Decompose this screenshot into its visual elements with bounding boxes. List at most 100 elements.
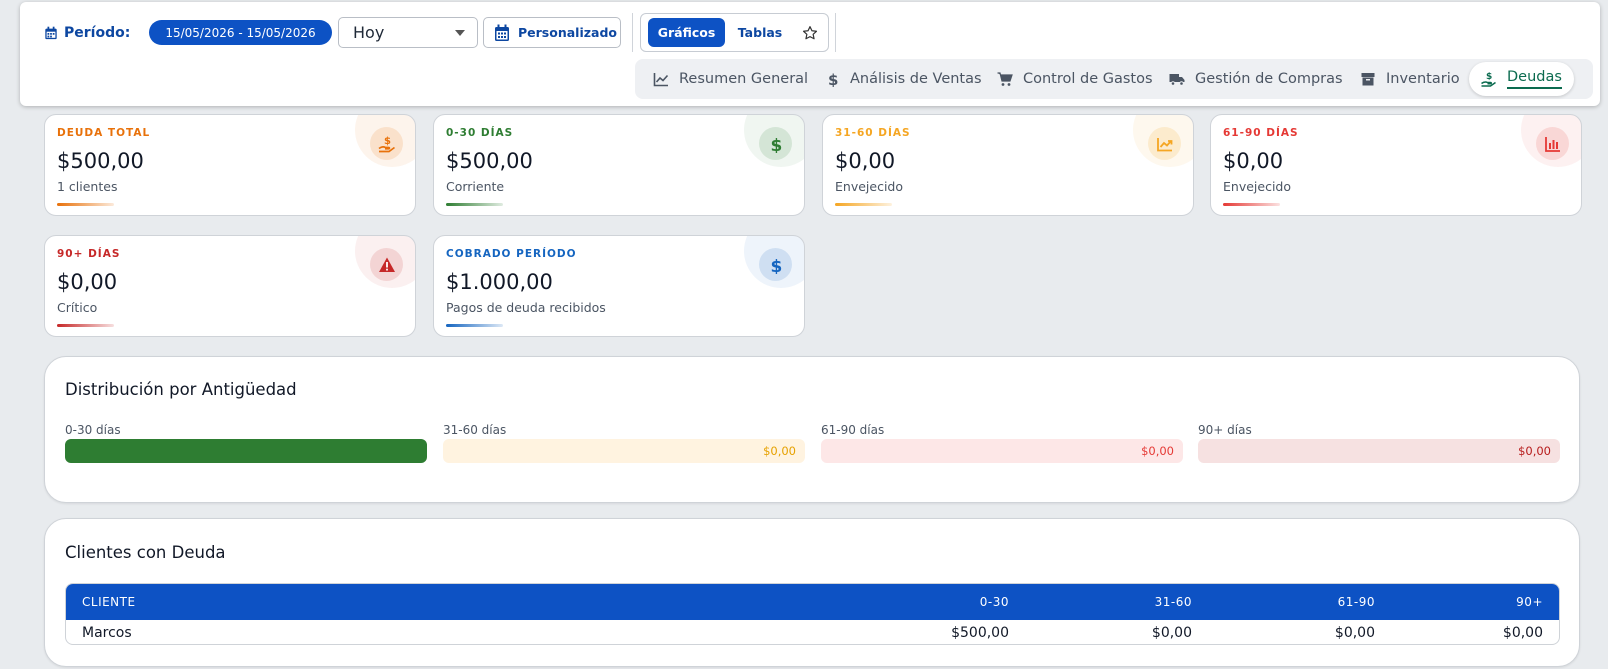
svg-text:$: $ xyxy=(1486,72,1492,82)
tab-label: Deudas xyxy=(1507,69,1562,89)
panel-title: Distribución por Antigüedad xyxy=(65,380,297,399)
aging-bucket-value: $0,00 xyxy=(763,444,796,458)
cell-0-30: $500,00 xyxy=(951,625,1009,641)
range-select[interactable]: Hoy xyxy=(338,17,478,48)
kpi-value: $500,00 xyxy=(446,149,533,173)
tab-control-gastos[interactable]: Control de Gastos xyxy=(997,59,1153,99)
aging-bucket-bar: $0,00 xyxy=(443,439,805,463)
dollar-icon: $ xyxy=(828,71,838,87)
date-range-pill[interactable]: 15/05/2026 - 15/05/2026 xyxy=(149,20,332,45)
column-header-61-90[interactable]: 61-90 xyxy=(1338,584,1375,620)
kpi-value: $500,00 xyxy=(57,149,144,173)
range-select-value: Hoy xyxy=(353,23,385,42)
kpi-label: 0-30 DÍAS xyxy=(446,127,514,139)
trend-icon xyxy=(1156,137,1172,151)
kpi-icon-badge: $ xyxy=(759,248,792,281)
kpi-card-deuda-total: $ DEUDA TOTAL $500,00 1 clientes xyxy=(44,114,416,216)
kpi-icon-badge xyxy=(1148,127,1181,160)
kpi-value: $0,00 xyxy=(1223,149,1284,173)
kpi-value: $0,00 xyxy=(57,270,118,294)
calendar-icon xyxy=(495,24,509,41)
aging-bucket-label: 0-30 días xyxy=(65,423,121,437)
cell-cliente: Marcos xyxy=(82,625,132,641)
svg-text:$: $ xyxy=(770,257,782,274)
tab-inventario[interactable]: Inventario xyxy=(1360,59,1460,99)
tab-deudas[interactable]: $ Deudas xyxy=(1469,62,1574,96)
kpi-subtitle: Pagos de deuda recibidos xyxy=(446,300,606,315)
kpi-subtitle: Crítico xyxy=(57,300,98,315)
tab-resumen-general[interactable]: Resumen General xyxy=(653,59,808,99)
aging-bucket-label: 31-60 días xyxy=(443,423,507,437)
cell-61-90: $0,00 xyxy=(1334,625,1375,641)
kpi-card-cobrado-periodo: $ COBRADO PERÍODO $1.000,00 Pagos de deu… xyxy=(433,235,805,337)
custom-range-label: Personalizado xyxy=(518,25,617,40)
kpi-label: COBRADO PERÍODO xyxy=(446,248,577,260)
kpi-label: DEUDA TOTAL xyxy=(57,127,151,139)
kpi-card-31-60: 31-60 DÍAS $0,00 Envejecido xyxy=(822,114,1194,216)
view-tables-button[interactable]: Tablas xyxy=(731,18,789,47)
kpi-accent-bar xyxy=(57,324,114,327)
kpi-subtitle: Corriente xyxy=(446,179,505,194)
tab-label: Análisis de Ventas xyxy=(850,71,982,87)
tab-label: Inventario xyxy=(1386,71,1460,87)
tab-analisis-ventas[interactable]: $ Análisis de Ventas xyxy=(824,59,982,99)
aging-bucket-label: 90+ días xyxy=(1198,423,1252,437)
view-charts-button[interactable]: Gráficos xyxy=(648,18,725,47)
aging-bucket-bar xyxy=(65,439,427,463)
dollar-icon: $ xyxy=(770,136,782,153)
column-header-31-60[interactable]: 31-60 xyxy=(1155,584,1192,620)
kpi-card-90-plus: 90+ DÍAS $0,00 Crítico xyxy=(44,235,416,337)
truck-icon xyxy=(1169,74,1185,86)
kpi-subtitle: 1 clientes xyxy=(57,179,118,194)
column-header-cliente[interactable]: CLIENTE xyxy=(82,584,136,620)
bar-chart-icon xyxy=(1544,136,1560,152)
tab-gestion-compras[interactable]: Gestión de Compras xyxy=(1169,59,1343,99)
clients-table: CLIENTE 0-30 31-60 61-90 90+ Marcos $500… xyxy=(65,583,1560,645)
tab-label: Resumen General xyxy=(679,71,809,87)
kpi-card-0-30: $ 0-30 DÍAS $500,00 Corriente xyxy=(433,114,805,216)
aging-bucket-label: 61-90 días xyxy=(821,423,885,437)
kpi-icon-badge xyxy=(1536,127,1569,160)
calendar-icon xyxy=(45,26,57,40)
kpi-accent-bar xyxy=(1223,203,1280,206)
aging-bucket-0-30: 0-30 días xyxy=(65,423,427,463)
period-label: Período: xyxy=(44,20,130,46)
line-chart-icon xyxy=(653,73,669,87)
kpi-accent-bar xyxy=(446,324,503,327)
custom-range-button[interactable]: Personalizado xyxy=(483,17,621,48)
kpi-card-61-90: 61-90 DÍAS $0,00 Envejecido xyxy=(1210,114,1582,216)
box-icon xyxy=(1361,73,1375,86)
aging-bucket-value: $0,00 xyxy=(1518,444,1551,458)
aging-bucket-31-60: 31-60 días $0,00 xyxy=(443,423,805,463)
kpi-icon-badge: $ xyxy=(759,127,792,160)
aging-bucket-bar: $0,00 xyxy=(821,439,1183,463)
aging-bucket-61-90: 61-90 días $0,00 xyxy=(821,423,1183,463)
kpi-icon-badge: $ xyxy=(370,127,403,160)
filter-header: Período: 15/05/2026 - 15/05/2026 Hoy Per… xyxy=(20,2,1600,106)
kpi-accent-bar xyxy=(57,203,114,206)
cart-icon xyxy=(997,72,1013,86)
cell-90-plus: $0,00 xyxy=(1502,625,1543,641)
kpi-label: 31-60 DÍAS xyxy=(835,127,911,139)
view-toggle: Gráficos Tablas xyxy=(640,13,829,52)
star-icon[interactable] xyxy=(801,24,819,42)
aging-distribution-panel: Distribución por Antigüedad 0-30 días 31… xyxy=(44,356,1580,503)
table-row[interactable]: Marcos $500,00 $0,00 $0,00 $0,00 xyxy=(66,620,1559,644)
column-header-90-plus[interactable]: 90+ xyxy=(1516,584,1543,620)
table-header: CLIENTE 0-30 31-60 61-90 90+ xyxy=(66,584,1559,620)
kpi-icon-badge xyxy=(370,248,403,281)
kpi-label: 61-90 DÍAS xyxy=(1223,127,1299,139)
svg-text:$: $ xyxy=(770,136,782,153)
cell-31-60: $0,00 xyxy=(1151,625,1192,641)
svg-text:$: $ xyxy=(384,136,391,147)
kpi-value: $0,00 xyxy=(835,149,896,173)
kpi-subtitle: Envejecido xyxy=(835,179,903,194)
warning-icon xyxy=(378,257,395,272)
clients-debt-panel: Clientes con Deuda CLIENTE 0-30 31-60 61… xyxy=(44,518,1580,667)
kpi-label: 90+ DÍAS xyxy=(57,248,121,260)
chevron-down-icon xyxy=(455,30,465,36)
column-header-0-30[interactable]: 0-30 xyxy=(980,584,1009,620)
section-tabs: Resumen General $ Análisis de Ventas Con… xyxy=(635,59,1593,99)
divider xyxy=(632,13,633,52)
kpi-accent-bar xyxy=(446,203,503,206)
